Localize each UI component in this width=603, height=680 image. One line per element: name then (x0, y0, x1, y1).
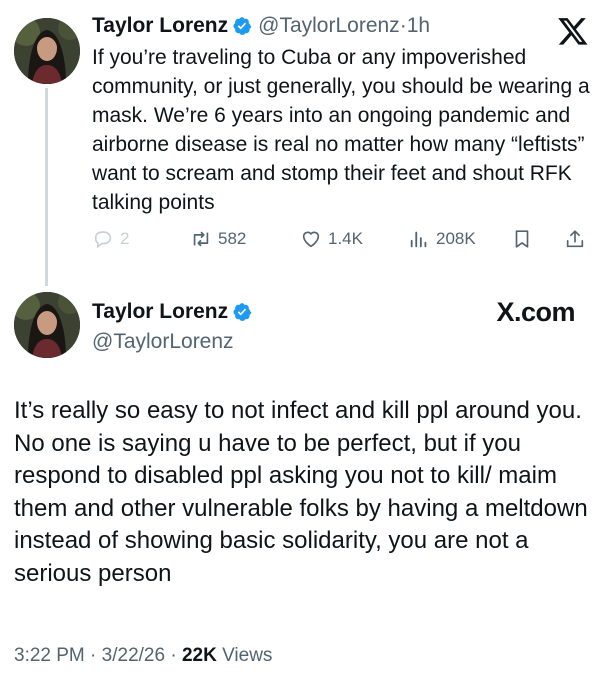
tweet-text: If you’re traveling to Cuba or any impov… (92, 46, 590, 214)
avatar-image (14, 292, 80, 358)
author-name[interactable]: Taylor Lorenz (92, 298, 228, 326)
like-count: 1.4K (328, 229, 363, 248)
views-button[interactable]: 208K (408, 228, 476, 250)
tweet-text: It’s really so easy to not infect and ki… (14, 397, 588, 587)
thread-line (45, 88, 48, 286)
separator-dot: · (399, 14, 407, 37)
author-handle[interactable]: @TaylorLorenz (92, 328, 252, 356)
x-com-brand: X.com (496, 297, 575, 327)
repost-button[interactable]: 582 (190, 228, 246, 250)
repost-icon (193, 231, 209, 247)
views-count: 22K (181, 645, 217, 666)
avatar-image (14, 18, 80, 84)
reply-count: 2 (120, 229, 130, 248)
repost-count: 582 (218, 229, 247, 248)
reply-icon (94, 231, 112, 249)
bookmark-icon (515, 230, 529, 248)
tweet-actions: 2 582 1.4K 208K (92, 228, 592, 256)
views-chart-icon (410, 231, 427, 248)
tweet-1-header: Taylor Lorenz @TaylorLorenz · 1h (92, 12, 592, 40)
tweet-date[interactable]: 3/22/26 (102, 645, 165, 666)
x-logo-icon (557, 15, 589, 47)
heart-icon (302, 231, 320, 248)
separator-dot: · (90, 645, 97, 666)
tweet-time[interactable]: 3:22 PM (14, 645, 85, 666)
tweet-1[interactable]: Taylor Lorenz @TaylorLorenz · 1h If you’… (92, 12, 592, 217)
like-button[interactable]: 1.4K (300, 228, 363, 250)
verified-badge-icon (232, 16, 252, 36)
author-handle[interactable]: @TaylorLorenz (258, 12, 400, 40)
verified-badge-icon (232, 302, 252, 322)
tweet-time[interactable]: 1h (407, 12, 430, 40)
views-label: Views (222, 645, 273, 666)
author-name[interactable]: Taylor Lorenz (92, 12, 228, 40)
tweet-footer: 3:22 PM · 3/22/26 · 22K Views (14, 643, 272, 669)
separator-dot: · (170, 645, 177, 666)
share-button[interactable] (564, 228, 592, 250)
avatar[interactable] (14, 18, 80, 84)
bookmark-button[interactable] (511, 228, 539, 250)
tweet-2-header: Taylor Lorenz @TaylorLorenz (92, 298, 252, 356)
avatar[interactable] (14, 292, 80, 358)
reply-button[interactable]: 2 (92, 228, 129, 250)
share-icon (566, 230, 584, 248)
views-count: 208K (436, 229, 476, 248)
